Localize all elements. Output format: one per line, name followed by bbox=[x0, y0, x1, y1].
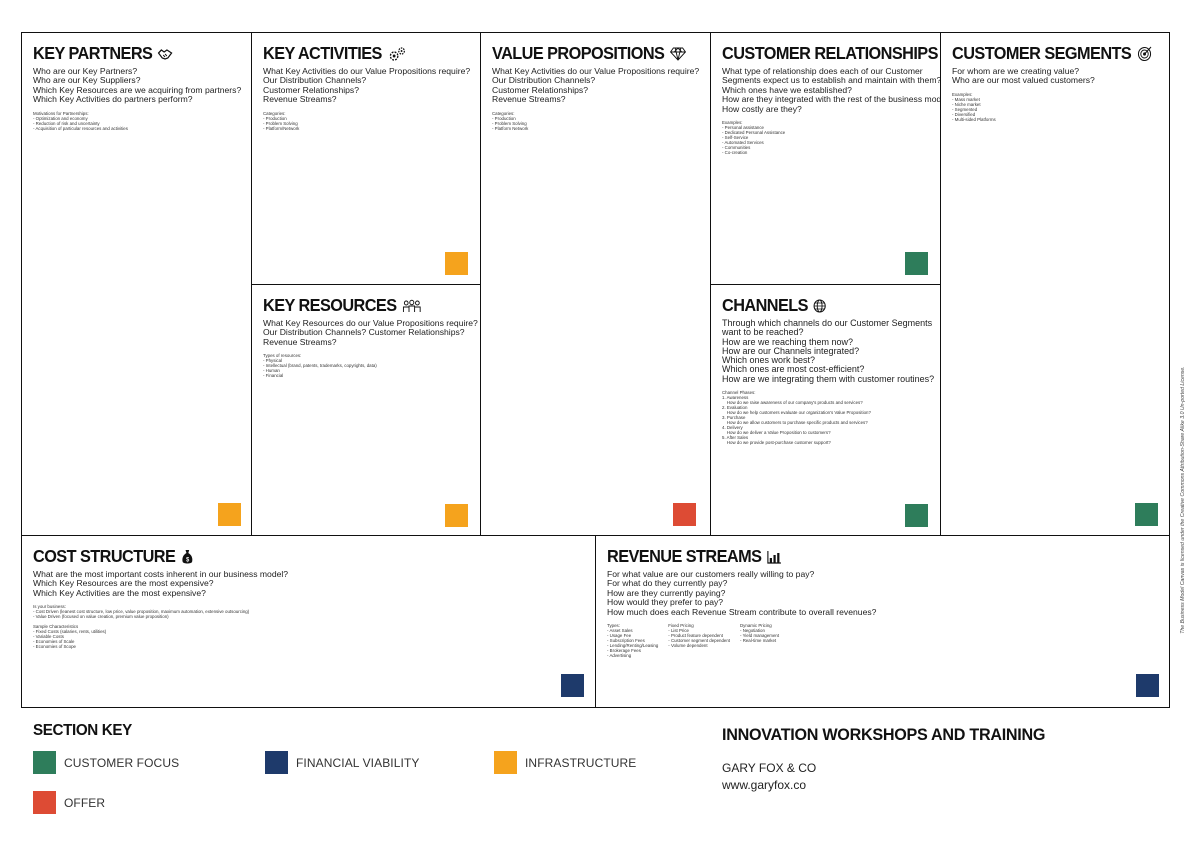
globe-icon bbox=[813, 298, 827, 313]
financial-viability-swatch bbox=[265, 751, 288, 774]
target-icon bbox=[1137, 46, 1152, 61]
revenue-types-col: Types: - Asset Sales - Usage Fee - Subsc… bbox=[607, 623, 659, 659]
channels-questions: Through which channels do our Customer S… bbox=[722, 318, 935, 384]
company-name: GARY FOX & CO bbox=[722, 761, 817, 775]
license-notice: The Business Model Canvas is licensed un… bbox=[1180, 366, 1186, 634]
key-infrastructure: INFRASTRUCTURE bbox=[494, 751, 636, 774]
key-activities-notes: Categories: - Production - Problem Solvi… bbox=[263, 110, 300, 131]
key-label: FINANCIAL VIABILITY bbox=[296, 755, 420, 770]
value-propositions-notes: Categories: - Production - Problem Solvi… bbox=[492, 110, 529, 131]
customer-focus-marker bbox=[905, 252, 928, 275]
revenue-streams-block: REVENUE STREAMS For what value are our c… bbox=[595, 535, 1170, 708]
cost-structure-title: COST STRUCTURE bbox=[33, 546, 176, 566]
customer-relationships-questions: What type of relationship does each of o… bbox=[722, 66, 941, 114]
key-partners-notes: Motivations for Partnerships: - Optimiza… bbox=[33, 110, 128, 131]
channels-notes: Channel Phases: 1. Awareness How do we r… bbox=[722, 390, 871, 446]
key-financial-viability: FINANCIAL VIABILITY bbox=[265, 751, 420, 774]
revenue-streams-questions: For what value are our customers really … bbox=[607, 569, 877, 617]
customer-focus-marker bbox=[1135, 503, 1158, 526]
key-label: CUSTOMER FOCUS bbox=[64, 755, 180, 770]
key-resources-notes: Types of resources: - Physical - Intelle… bbox=[263, 353, 377, 379]
value-propositions-block: VALUE PROPOSITIONS What Key Activities d… bbox=[480, 32, 711, 536]
key-resources-block: KEY RESOURCES What Key Resources do our … bbox=[251, 284, 481, 536]
company-url[interactable]: www.garyfox.co bbox=[722, 778, 806, 792]
customer-relationships-notes: Examples: - Personal assistance - Dedica… bbox=[722, 120, 786, 156]
key-offer: OFFER bbox=[33, 791, 105, 814]
channels-block: CHANNELS Through which channels do our C… bbox=[710, 284, 941, 536]
customer-focus-swatch bbox=[33, 751, 56, 774]
money-bag-icon: $ bbox=[182, 549, 193, 563]
key-resources-title: KEY RESOURCES bbox=[263, 295, 397, 315]
cost-structure-questions: What are the most important costs inhere… bbox=[33, 569, 289, 598]
key-activities-block: KEY ACTIVITIES What Key Activities do ou… bbox=[251, 32, 481, 285]
financial-viability-marker bbox=[561, 674, 584, 697]
channels-title: CHANNELS bbox=[722, 295, 809, 315]
dynamic-pricing-col: Dynamic Pricing - Negotiation - Yield ma… bbox=[740, 623, 780, 644]
key-resources-questions: What Key Resources do our Value Proposit… bbox=[263, 318, 478, 347]
customer-segments-block: CUSTOMER SEGMENTS For whom are we creati… bbox=[940, 32, 1170, 536]
revenue-streams-title: REVENUE STREAMS bbox=[607, 546, 762, 566]
key-label: OFFER bbox=[64, 795, 106, 810]
customer-relationships-block: CUSTOMER RELATIONSHIPS What type of rela… bbox=[710, 32, 941, 285]
offer-swatch bbox=[33, 791, 56, 814]
infrastructure-swatch bbox=[494, 751, 517, 774]
key-partners-block: KEY PARTNERS Who are our Key Partners? W… bbox=[21, 32, 252, 536]
diamond-icon bbox=[670, 46, 687, 61]
infrastructure-marker bbox=[218, 503, 241, 526]
cost-structure-block: COST STRUCTURE $ What are the most impor… bbox=[21, 535, 596, 708]
people-icon bbox=[402, 299, 421, 312]
key-partners-questions: Who are our Key Partners? Who are our Ke… bbox=[33, 66, 242, 105]
key-activities-questions: What Key Activities do our Value Proposi… bbox=[263, 66, 471, 105]
handshake-icon bbox=[158, 48, 173, 60]
customer-segments-questions: For whom are we creating value? Who are … bbox=[952, 66, 1095, 86]
customer-segments-title: CUSTOMER SEGMENTS bbox=[952, 43, 1132, 63]
infrastructure-marker bbox=[445, 504, 468, 527]
key-partners-title: KEY PARTNERS bbox=[33, 43, 153, 63]
key-activities-title: KEY ACTIVITIES bbox=[263, 43, 382, 63]
revenue-streams-notes: Types: - Asset Sales - Usage Fee - Subsc… bbox=[607, 623, 1158, 658]
key-customer-focus: CUSTOMER FOCUS bbox=[33, 751, 179, 774]
value-propositions-questions: What Key Activities do our Value Proposi… bbox=[492, 66, 700, 105]
customer-relationships-title: CUSTOMER RELATIONSHIPS bbox=[722, 43, 938, 63]
value-propositions-title: VALUE PROPOSITIONS bbox=[492, 43, 665, 63]
cost-structure-notes: Is your business: - Cost Driven (leanest… bbox=[33, 604, 250, 650]
section-key-title: SECTION KEY bbox=[33, 722, 132, 739]
fixed-pricing-col: Fixed Pricing - List Price - Product fea… bbox=[668, 623, 731, 649]
key-label: INFRASTRUCTURE bbox=[525, 755, 637, 770]
customer-focus-marker bbox=[905, 504, 928, 527]
offer-marker bbox=[673, 503, 696, 526]
workshops-heading: INNOVATION WORKSHOPS AND TRAINING bbox=[722, 725, 1046, 744]
financial-viability-marker bbox=[1136, 674, 1159, 697]
gears-icon bbox=[389, 46, 405, 61]
customer-segments-notes: Examples: - Mass market - Niche market -… bbox=[952, 91, 996, 122]
bar-chart-icon bbox=[767, 550, 781, 564]
infrastructure-marker bbox=[445, 252, 468, 275]
